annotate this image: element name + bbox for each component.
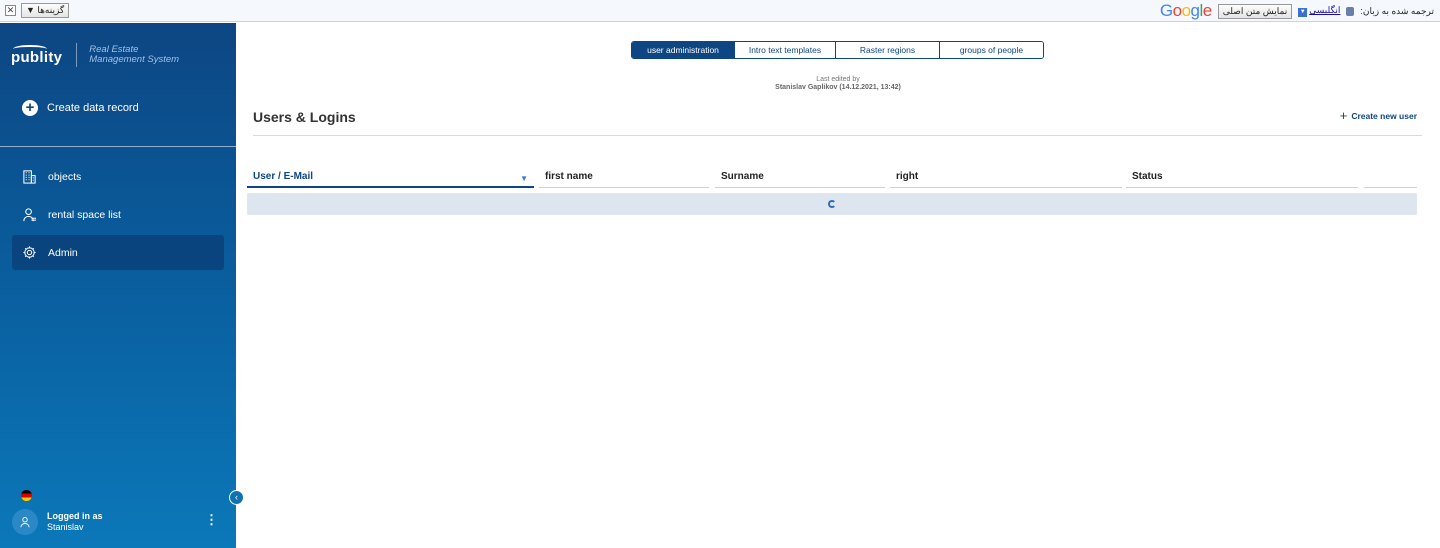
german-flag-icon[interactable] xyxy=(21,490,32,501)
user-labels: Logged in as Stanislav xyxy=(47,511,103,533)
logo-wordmark: publity xyxy=(11,44,62,66)
translate-bar: ✕ گزینه‌ها ▼ ترجمه شده به زبان: انگلیسی▼… xyxy=(0,0,1440,22)
create-data-record-button[interactable]: + Create data record xyxy=(22,100,139,116)
column-header-status[interactable]: Status xyxy=(1126,171,1358,188)
brand-divider xyxy=(76,43,78,67)
sidebar-divider xyxy=(0,146,236,147)
column-header-first-name[interactable]: first name xyxy=(539,171,709,188)
gear-icon xyxy=(23,246,36,259)
tab-intro-text-templates[interactable]: Intro text templates xyxy=(735,42,836,58)
last-edited-label: Last edited by xyxy=(816,76,860,83)
sidebar-item-label: objects xyxy=(48,170,82,183)
brand-subtitle: Real Estate Management System xyxy=(89,44,180,65)
sidebar: publity Real Estate Management System + … xyxy=(0,23,236,548)
last-edited-by: Stanislav Gaplikov (14.12.2021, 13:42) xyxy=(775,84,901,91)
column-header-actions xyxy=(1364,171,1417,188)
user-list-icon xyxy=(23,208,37,222)
tab-user-administration[interactable]: user administration xyxy=(632,42,735,58)
logged-in-label: Logged in as xyxy=(47,511,103,521)
brand-logo[interactable]: publity Real Estate Management System xyxy=(11,43,179,67)
tab-raster-regions[interactable]: Raster regions xyxy=(836,42,940,58)
show-original-button[interactable]: نمایش متن اصلی xyxy=(1217,3,1293,19)
building-icon xyxy=(23,170,36,184)
google-logo: Google xyxy=(1159,1,1212,20)
lock-icon xyxy=(1346,6,1355,16)
tab-groups-of-people[interactable]: groups of people xyxy=(940,42,1043,58)
loading-row xyxy=(247,193,1417,215)
sidebar-item-admin[interactable]: Admin xyxy=(12,235,224,270)
plus-circle-icon: + xyxy=(22,100,38,116)
user-icon xyxy=(20,517,30,528)
column-header-user-email[interactable]: User / E-Mail ▼ xyxy=(247,171,534,188)
translate-options-button[interactable]: گزینه‌ها ▼ xyxy=(21,3,70,18)
avatar xyxy=(12,509,38,535)
translate-status: ترجمه شده به زبان: انگلیسی▼ نمایش متن اص… xyxy=(1159,1,1434,20)
translate-label: ترجمه شده به زبان: xyxy=(1360,5,1434,16)
sidebar-item-objects[interactable]: objects xyxy=(12,159,224,194)
plus-icon: + xyxy=(1339,108,1348,123)
sidebar-item-label: Admin xyxy=(48,246,78,259)
sort-descending-icon[interactable]: ▼ xyxy=(520,174,528,183)
sidebar-item-label: rental space list xyxy=(48,208,121,221)
dropdown-icon[interactable]: ▼ xyxy=(1298,8,1308,17)
loading-spinner-icon xyxy=(828,200,836,208)
main-content: user administration Intro text templates… xyxy=(236,23,1440,548)
page-title: Users & Logins xyxy=(253,109,356,125)
last-edited-info: Last edited by Stanislav Gaplikov (14.12… xyxy=(236,76,1440,92)
user-profile[interactable]: Logged in as Stanislav xyxy=(12,509,103,535)
column-header-right[interactable]: right xyxy=(890,171,1122,188)
create-data-record-label: Create data record xyxy=(47,102,139,114)
create-new-user-label: Create new user xyxy=(1351,111,1417,121)
column-header-surname[interactable]: Surname xyxy=(715,171,885,188)
translate-language-link[interactable]: انگلیسی xyxy=(1309,5,1340,15)
title-divider xyxy=(253,135,1422,136)
sidebar-item-rental-space-list[interactable]: rental space list xyxy=(12,197,224,232)
more-options-icon[interactable]: ⋮ xyxy=(205,513,218,529)
user-name: Stanislav xyxy=(47,522,84,532)
close-icon[interactable]: ✕ xyxy=(5,5,16,16)
create-new-user-button[interactable]: + Create new user xyxy=(1339,108,1417,123)
admin-tabs: user administration Intro text templates… xyxy=(631,41,1044,59)
